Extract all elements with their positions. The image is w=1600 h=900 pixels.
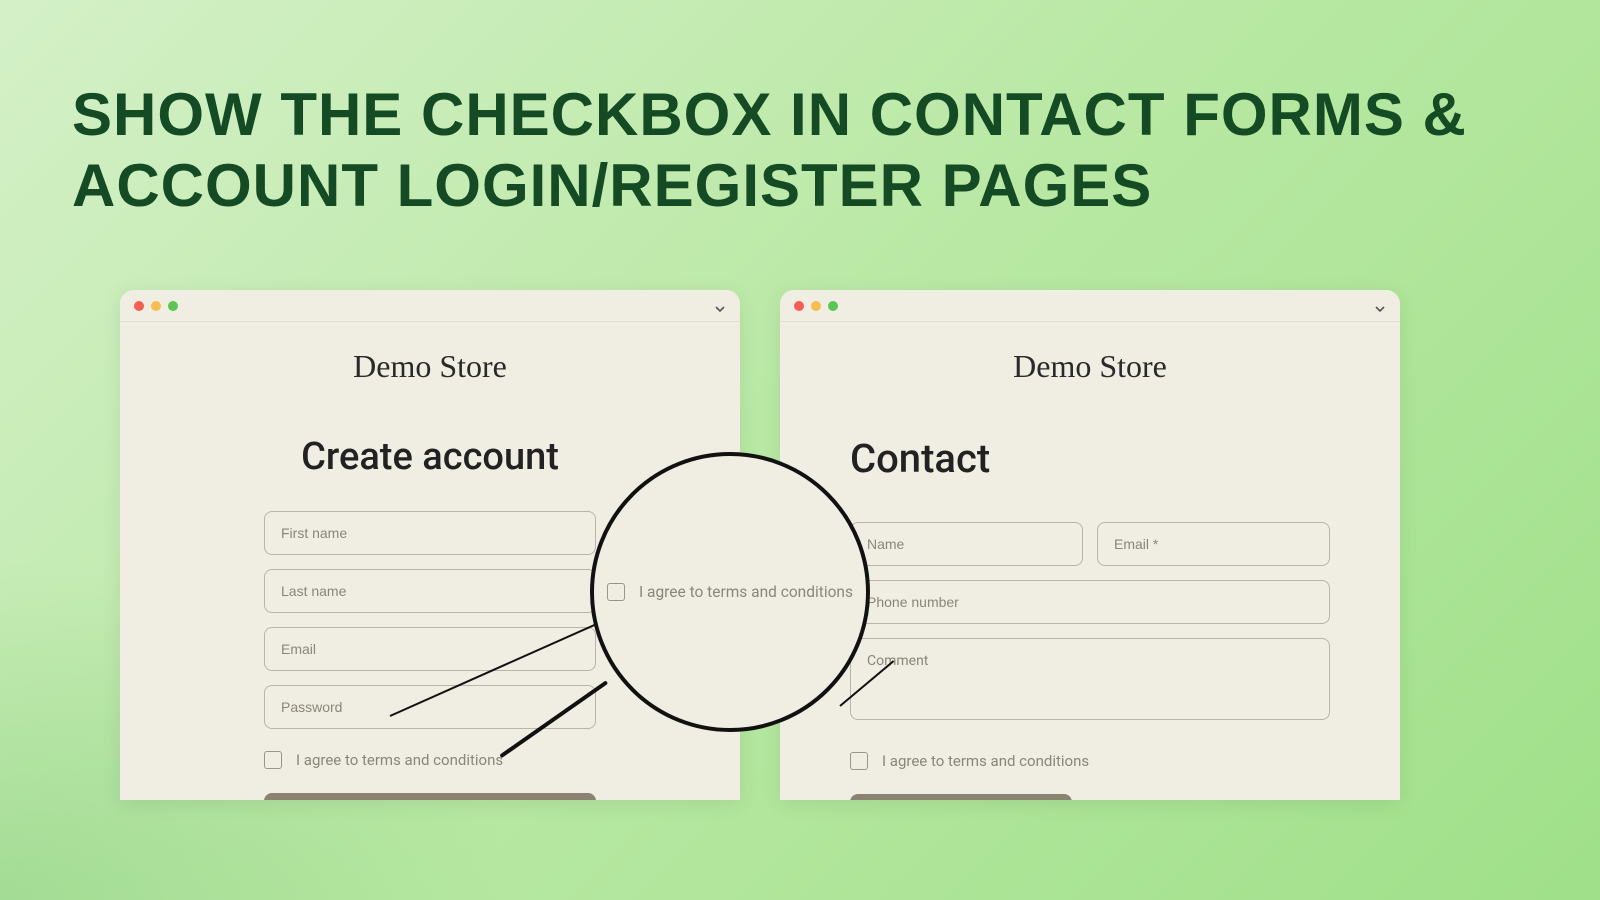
minimize-icon[interactable] (151, 301, 161, 311)
minimize-icon[interactable] (811, 301, 821, 311)
traffic-lights (794, 301, 838, 311)
store-title: Demo Store (812, 348, 1368, 385)
last-name-input[interactable] (264, 569, 596, 613)
chevron-down-icon[interactable] (714, 300, 726, 312)
email-input[interactable] (264, 627, 596, 671)
maximize-icon[interactable] (168, 301, 178, 311)
page-headline: SHOW THE CHECKBOX IN CONTACT FORMS & ACC… (72, 80, 1528, 222)
chevron-down-icon[interactable] (1374, 300, 1386, 312)
magnifier: I agree to terms and conditions (590, 452, 870, 732)
magnifier-lens: I agree to terms and conditions (590, 452, 870, 732)
close-icon[interactable] (794, 301, 804, 311)
sign-up-button[interactable]: Sign Up (264, 793, 596, 800)
store-title: Demo Store (152, 348, 708, 385)
contact-heading: Contact (850, 435, 1330, 482)
terms-checkbox-label: I agree to terms and conditions (296, 751, 503, 769)
name-input[interactable] (850, 522, 1083, 566)
close-icon[interactable] (134, 301, 144, 311)
window-titlebar (120, 290, 740, 322)
create-account-heading: Create account (264, 435, 596, 479)
terms-checkbox[interactable] (264, 751, 282, 769)
traffic-lights (134, 301, 178, 311)
window-titlebar (780, 290, 1400, 322)
terms-checkbox[interactable] (850, 752, 868, 770)
magnified-checkbox (607, 583, 625, 601)
maximize-icon[interactable] (828, 301, 838, 311)
contact-email-input[interactable] (1097, 522, 1330, 566)
comment-input[interactable] (850, 638, 1330, 720)
first-name-input[interactable] (264, 511, 596, 555)
magnified-checkbox-label: I agree to terms and conditions (639, 583, 853, 601)
terms-checkbox-row: I agree to terms and conditions (264, 751, 596, 769)
terms-checkbox-row: I agree to terms and conditions (850, 752, 1330, 770)
phone-input[interactable] (850, 580, 1330, 624)
contact-window: Demo Store Contact I agree to terms and … (780, 290, 1400, 800)
terms-checkbox-label: I agree to terms and conditions (882, 752, 1089, 770)
send-button[interactable]: Send (850, 794, 1072, 800)
